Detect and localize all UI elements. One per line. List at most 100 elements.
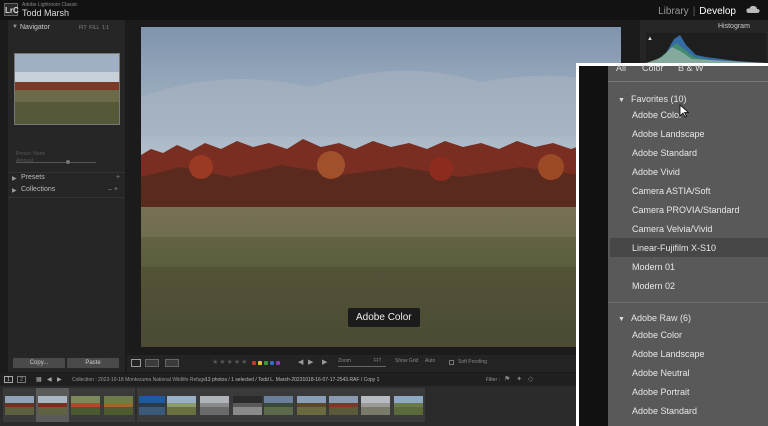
thumbnail-image	[329, 396, 358, 415]
collections-header[interactable]: Collections	[21, 186, 55, 193]
collapse-triangle-icon[interactable]: ▼	[12, 24, 18, 30]
collection-options-icon[interactable]: – +	[108, 186, 118, 193]
lightroom-logo: LrC	[4, 3, 19, 16]
filter-icons[interactable]: ⚑ ✦ ◇	[504, 375, 535, 383]
filmstrip-thumbnail[interactable]	[102, 388, 135, 422]
favorites-group-title[interactable]: Favorites (10)	[631, 94, 687, 104]
thumbnail-image	[361, 396, 390, 415]
profile-item[interactable]: Adobe Landscape	[632, 129, 705, 139]
filmstrip-thumbnail[interactable]	[36, 388, 69, 422]
collapse-triangle-icon[interactable]: ▼	[618, 316, 625, 323]
thumbnail-image	[264, 396, 293, 415]
forward-arrow-icon[interactable]: ▶	[57, 376, 62, 383]
filmstrip-thumbnail[interactable]	[262, 388, 295, 422]
filmstrip-thumbnail[interactable]	[69, 388, 102, 422]
presets-header[interactable]: Presets	[21, 174, 45, 181]
navigator-header[interactable]: Navigator	[20, 22, 50, 34]
zoom-slider[interactable]	[338, 366, 386, 367]
tab-bw[interactable]: B & W	[678, 63, 704, 73]
add-preset-icon[interactable]: +	[116, 174, 120, 181]
profile-item[interactable]: Camera ASTIA/Soft	[632, 186, 711, 196]
divider	[8, 172, 125, 173]
profile-item[interactable]: Linear-Fujifilm X-S10	[632, 243, 716, 253]
monitor-1-icon[interactable]: 1	[4, 376, 13, 383]
module-library[interactable]: Library	[658, 6, 689, 17]
filmstrip-thumbnail[interactable]	[295, 388, 328, 422]
thumbnail-image	[233, 396, 262, 415]
module-develop[interactable]: Develop	[699, 6, 736, 17]
profile-tooltip: Adobe Color	[348, 308, 420, 327]
shadow-clipping-icon[interactable]: ▲	[647, 36, 653, 42]
profile-item[interactable]: Camera Velvia/Vivid	[632, 224, 712, 234]
zoom-1-1[interactable]: 1:1	[102, 25, 109, 31]
profile-item[interactable]: Adobe Vivid	[632, 167, 680, 177]
expand-triangle-icon[interactable]: ▶	[12, 175, 17, 182]
main-photo[interactable]	[141, 27, 621, 347]
play-icon[interactable]: ▶	[322, 358, 327, 366]
expand-triangle-icon[interactable]: ▶	[12, 187, 17, 194]
filmstrip-thumbnail[interactable]	[165, 388, 198, 422]
label-red[interactable]	[252, 361, 256, 365]
back-arrow-icon[interactable]: ◀	[47, 376, 52, 383]
prev-arrow-icon[interactable]: ◀	[298, 358, 303, 366]
label-green[interactable]	[264, 361, 268, 365]
navigator-zoom-options[interactable]: FIT FILL 1:1	[79, 25, 109, 31]
tab-all[interactable]: All	[616, 63, 626, 73]
filmstrip-thumbnail[interactable]	[198, 388, 231, 422]
collection-source[interactable]: Collection : 2023-10-18 Montezuma Nation…	[72, 377, 206, 383]
rating-stars[interactable]: ★★★★★	[212, 358, 248, 366]
amount-slider-knob[interactable]	[66, 160, 70, 164]
profile-item[interactable]: Adobe Color	[632, 110, 682, 120]
tab-color[interactable]: Color	[642, 63, 664, 73]
loupe-view-icon[interactable]	[131, 359, 141, 367]
filmstrip-thumbnail[interactable]	[231, 388, 264, 422]
profile-item[interactable]: Adobe Standard	[632, 406, 697, 416]
zoom-fill[interactable]: FILL	[89, 25, 99, 31]
soft-proofing-checkbox[interactable]	[449, 360, 454, 365]
thumbnail-image	[5, 396, 34, 415]
before-after-icon[interactable]	[145, 359, 159, 367]
histogram	[646, 33, 766, 63]
paste-button[interactable]: Paste	[67, 358, 119, 368]
cloud-icon[interactable]	[746, 5, 760, 14]
compare-icon[interactable]	[165, 359, 179, 367]
label-blue[interactable]	[270, 361, 274, 365]
histogram-label[interactable]: Histogram	[718, 23, 750, 30]
profile-item[interactable]: Adobe Portrait	[632, 387, 690, 397]
thumbnail-image	[38, 396, 67, 415]
navigator-preview[interactable]	[14, 53, 120, 125]
develop-toolbar	[127, 355, 607, 372]
profile-item[interactable]: Adobe Neutral	[632, 368, 690, 378]
divider	[8, 197, 125, 198]
filter-label: Filter :	[486, 377, 500, 383]
filmstrip-thumbnail[interactable]	[327, 388, 360, 422]
filmstrip-thumbnail[interactable]	[3, 388, 36, 422]
module-nav: Library | Develop	[658, 6, 736, 17]
divider	[608, 302, 768, 303]
amount-label: Amount	[16, 158, 34, 164]
grid-auto-select[interactable]: Auto	[425, 358, 435, 364]
label-purple[interactable]	[276, 361, 280, 365]
profile-item[interactable]: Camera PROVIA/Standard	[632, 205, 740, 215]
adobe-raw-group-title[interactable]: Adobe Raw (6)	[631, 313, 691, 323]
copy-button[interactable]: Copy...	[13, 358, 65, 368]
profile-item[interactable]: Modern 02	[632, 281, 675, 291]
thumbnail-image	[139, 396, 168, 415]
collapse-triangle-icon[interactable]: ▼	[618, 97, 625, 104]
show-grid-label: Show Grid	[395, 358, 419, 364]
profile-item[interactable]: Adobe Standard	[632, 148, 697, 158]
amount-slider-track[interactable]	[16, 162, 96, 163]
preset-label: Preset: None	[16, 151, 46, 157]
next-arrow-icon[interactable]: ▶	[308, 358, 313, 366]
zoom-fit[interactable]: FIT	[79, 25, 87, 31]
profile-item[interactable]: Adobe Landscape	[632, 349, 705, 359]
thumbnail-image	[104, 396, 133, 415]
thumbnail-image	[394, 396, 423, 415]
monitor-2-icon[interactable]: 2	[17, 376, 26, 383]
profile-item[interactable]: Modern 01	[632, 262, 675, 272]
grid-view-icon[interactable]: ▦	[36, 376, 42, 383]
label-yellow[interactable]	[258, 361, 262, 365]
filmstrip-thumbnail[interactable]	[392, 388, 425, 422]
profile-item[interactable]: Adobe Color	[632, 330, 682, 340]
filmstrip-thumbnail[interactable]	[359, 388, 392, 422]
